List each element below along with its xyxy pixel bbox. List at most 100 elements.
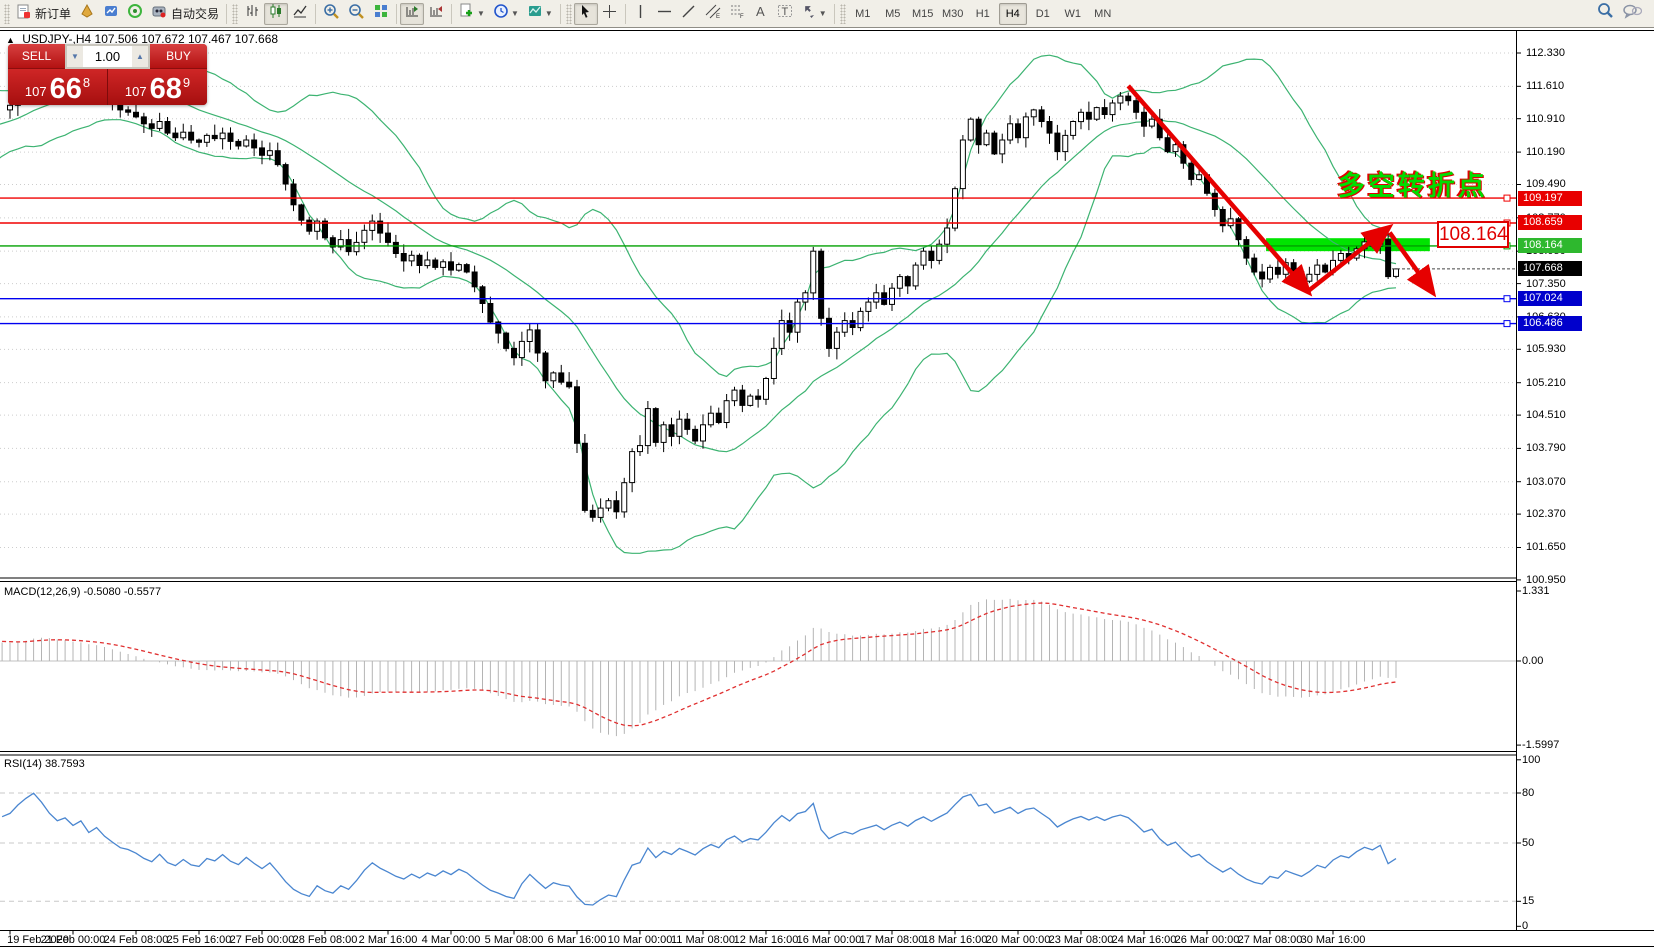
toolbar-separator [560,4,561,24]
date-axis-label: 5 Mar 08:00 [485,934,544,946]
add-indicator-button[interactable]: ▼ [455,3,489,25]
date-axis-label: 24 Mar 16:00 [1112,934,1177,946]
volume-increase-button[interactable]: ▲ [132,46,148,67]
timeframe-button-MN[interactable]: MN [1089,3,1117,25]
price-level-tag: 108.164 [1518,238,1582,253]
toolbar-drag-handle[interactable] [566,4,572,24]
templates-button[interactable]: ▼ [523,3,557,25]
rsi-axis-label: 15 [1522,895,1534,908]
line-chart-button[interactable] [288,3,312,25]
cursor-button[interactable] [574,3,598,25]
toolbar-right-group [1592,3,1646,25]
date-axis-label: 21 Feb 00:00 [41,934,106,946]
new-order-button[interactable]: 新订单 [12,3,75,25]
volume-decrease-button[interactable]: ▼ [67,46,83,67]
toolbar-drag-handle[interactable] [840,4,846,24]
timeframe-button-M15[interactable]: M15 [909,3,937,25]
date-axis-label: 11 Mar 08:00 [671,934,735,946]
text-label-button[interactable]: T [773,3,797,25]
periods-clock-icon [493,3,509,24]
volume-value[interactable]: 1.00 [83,46,132,67]
arrows-button[interactable]: ▼ [797,3,831,25]
chevron-up-icon: ▲ [136,52,144,61]
text-label-icon: T [777,3,793,24]
rsi-axis-label: 50 [1522,837,1534,850]
timeframe-button-W1[interactable]: W1 [1059,3,1087,25]
equidistant-channel-icon: E [705,3,721,24]
horizontal-line-button[interactable] [653,3,677,25]
timeframe-button-M30[interactable]: M30 [939,3,967,25]
vertical-line-button[interactable] [629,3,653,25]
bar-chart-button[interactable] [240,3,264,25]
toolbar: 新订单 自动交易 ▼ ▼ ▼ E F A T [0,0,1654,28]
date-axis-label: 10 Mar 00:00 [608,934,673,946]
new-order-label: 新订单 [35,5,71,22]
date-axis-label: 16 Mar 00:00 [797,934,862,946]
buy-price-display[interactable]: 107689 [108,69,207,105]
timeframe-button-H1[interactable]: H1 [969,3,997,25]
price-axis-label: 111.610 [1526,80,1564,93]
fibonacci-button[interactable]: F [725,3,749,25]
chart-shift-button[interactable] [424,3,448,25]
sell-button[interactable]: SELL [8,44,65,69]
tile-windows-button[interactable] [369,3,393,25]
macd-axis-label: -1.5997 [1522,739,1559,752]
trend-arrow [1128,86,1308,292]
signals-button[interactable] [123,3,147,25]
date-axis-label: 30 Mar 16:00 [1301,934,1366,946]
new-order-icon [16,4,31,24]
buy-price-sup: 9 [183,75,190,90]
zoom-in-button[interactable] [319,3,344,25]
date-axis-label: 17 Mar 08:00 [860,934,925,946]
chat-button[interactable] [1618,3,1646,25]
line-anchor-marker [1504,296,1510,302]
trendline-button[interactable] [677,3,701,25]
chevron-down-icon: ▼ [819,9,827,18]
price-level-tag: 109.197 [1518,191,1582,206]
toolbar-drag-handle[interactable] [232,4,238,24]
autotrading-button[interactable]: 自动交易 [147,3,223,25]
current-price-tag: 107.668 [1518,261,1582,276]
chart-window-icon [103,3,119,24]
toolbar-separator [625,4,626,24]
volume-stepper: ▼ 1.00 ▲ [65,44,150,69]
trendline-icon [681,4,696,24]
timeframe-button-D1[interactable]: D1 [1029,3,1057,25]
zoom-out-button[interactable] [344,3,369,25]
auto-scroll-icon [404,3,420,24]
macd-axis-label: 0.00 [1522,655,1543,668]
toolbar-separator [451,4,452,24]
candlestick-chart-button[interactable] [264,3,288,25]
timeframe-button-M1[interactable]: M1 [849,3,877,25]
periods-button[interactable]: ▼ [489,3,523,25]
timeframe-button-H4[interactable]: H4 [999,3,1027,25]
equidistant-channel-button[interactable]: E [701,3,725,25]
quotes-button[interactable] [75,3,99,25]
search-button[interactable] [1592,3,1618,25]
timeframe-button-M5[interactable]: M5 [879,3,907,25]
candlestick-series [8,54,1399,522]
line-anchor-marker [1504,195,1510,201]
auto-scroll-button[interactable] [400,3,424,25]
date-axis-label: 6 Mar 16:00 [548,934,607,946]
text-button[interactable]: A [749,3,773,25]
buy-button[interactable]: BUY [150,44,207,69]
tile-windows-icon [373,3,389,24]
rsi-axis-label: 0 [1522,920,1528,933]
svg-text:E: E [716,14,720,19]
zoom-out-icon [348,3,365,25]
date-axis-label: 26 Mar 00:00 [1175,934,1240,946]
chart-window-button[interactable] [99,3,123,25]
crosshair-button[interactable] [598,3,622,25]
rsi-axis-label: 100 [1522,754,1540,767]
horizontal-line-icon [657,4,672,24]
line-chart-icon [292,3,308,24]
date-axis-label: 27 Mar 08:00 [1238,934,1303,946]
rsi-indicator-label: RSI(14) 38.7593 [4,758,85,770]
sell-price-display[interactable]: 107668 [8,69,108,105]
quotes-icon [79,3,95,24]
line-anchor-marker [1504,321,1510,327]
macd-indicator [0,599,1516,736]
toolbar-drag-handle[interactable] [4,4,10,24]
date-axis-label: 12 Mar 16:00 [734,934,799,946]
